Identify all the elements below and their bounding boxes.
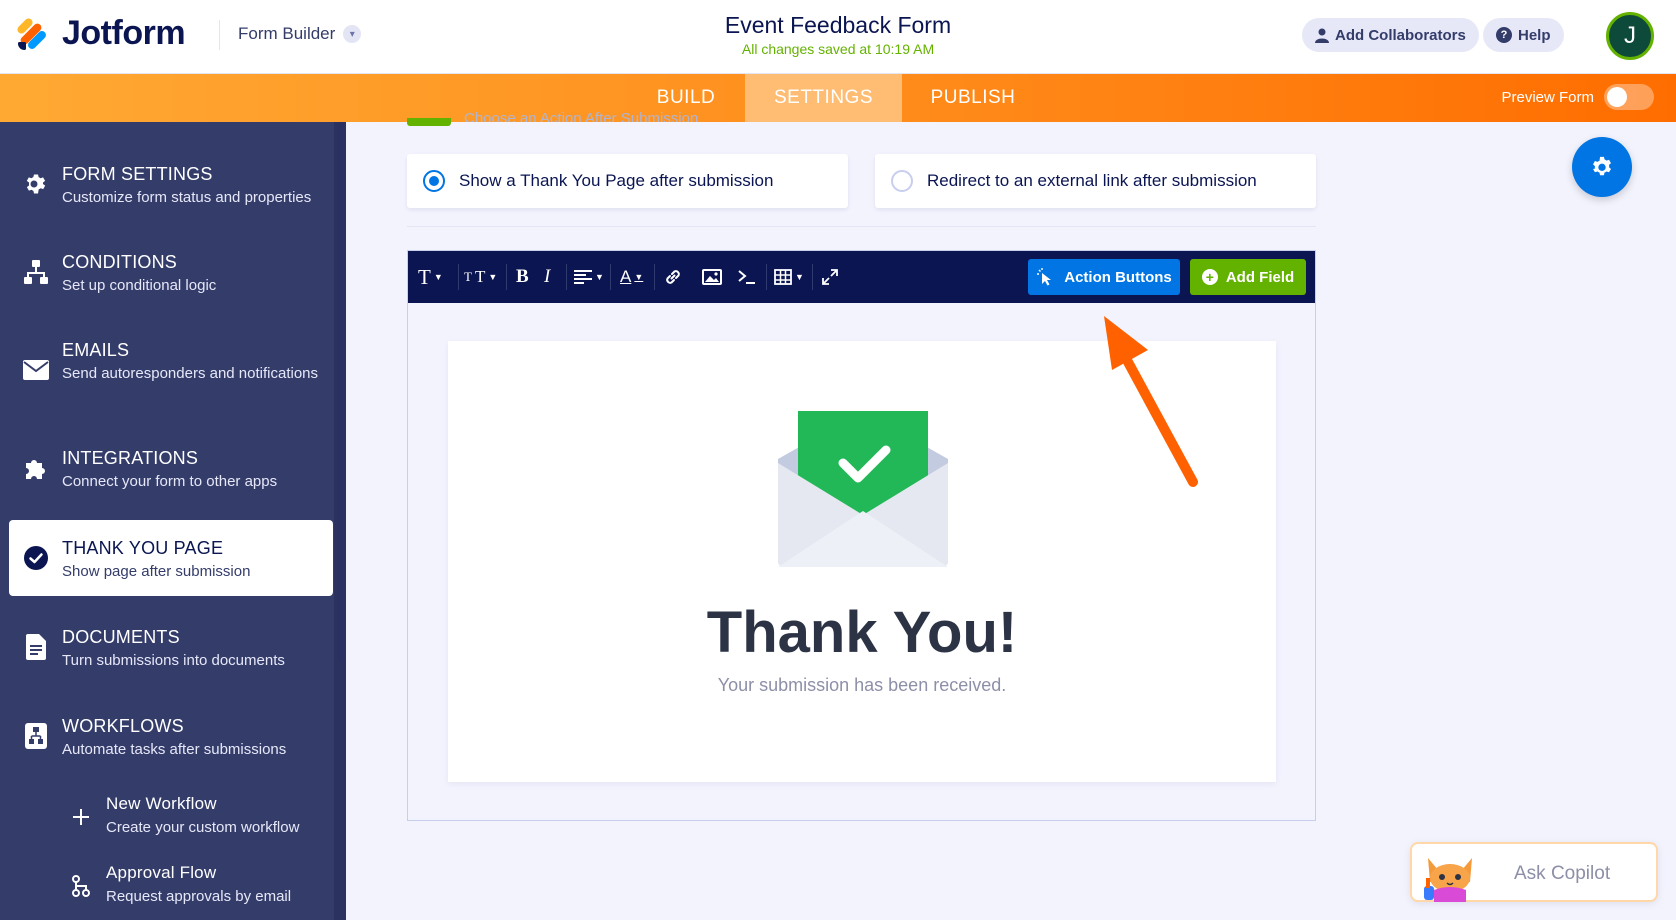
option-show-thank-you-page[interactable]: Show a Thank You Page after submission bbox=[407, 154, 848, 208]
image-icon[interactable] bbox=[702, 265, 722, 289]
sidebar-item-new-workflow[interactable]: New Workflow Create your custom workflow bbox=[60, 786, 330, 846]
tab-settings[interactable]: SETTINGS bbox=[745, 74, 902, 122]
toggle-switch[interactable] bbox=[1604, 84, 1654, 110]
sidebar-item-subtitle: Automate tasks after submissions bbox=[62, 741, 287, 758]
sidebar-item-subtitle: Turn submissions into documents bbox=[62, 652, 285, 669]
sidebar-item-title: INTEGRATIONS bbox=[62, 448, 199, 468]
toolbar-divider bbox=[458, 264, 459, 290]
radio-button-selected[interactable] bbox=[423, 170, 445, 192]
section-header-strip bbox=[407, 118, 451, 126]
sidebar-scrollbar-thumb[interactable] bbox=[337, 122, 343, 662]
sidebar-item-documents[interactable]: DOCUMENTS Turn submissions into document… bbox=[9, 609, 333, 685]
settings-sidebar: FORM SETTINGS Customize form status and … bbox=[0, 122, 346, 920]
approval-flow-icon bbox=[68, 873, 94, 899]
code-icon[interactable] bbox=[738, 265, 756, 289]
option-label: Redirect to an external link after submi… bbox=[927, 171, 1257, 190]
sidebar-item-title: DOCUMENTS bbox=[62, 627, 180, 647]
toolbar-divider bbox=[766, 264, 767, 290]
sidebar-item-subtitle: Connect your form to other apps bbox=[62, 473, 278, 490]
italic-icon[interactable]: I bbox=[544, 265, 550, 289]
avatar[interactable]: J bbox=[1606, 12, 1654, 60]
editor-toolbar: T ▼ T T ▼ B I ▼ A ▼ ▼ Action Buttons + A… bbox=[408, 251, 1315, 303]
sidebar-item-title: Approval Flow bbox=[106, 863, 217, 882]
envelope-check-icon bbox=[778, 411, 948, 567]
sidebar-item-title: EMAILS bbox=[62, 340, 130, 360]
action-buttons-button[interactable]: Action Buttons bbox=[1028, 259, 1180, 295]
ask-copilot-button[interactable]: Ask Copilot bbox=[1410, 842, 1658, 902]
sidebar-item-conditions[interactable]: CONDITIONS Set up conditional logic bbox=[9, 234, 333, 310]
sidebar-item-title: CONDITIONS bbox=[62, 252, 178, 272]
bold-icon[interactable]: B bbox=[516, 265, 529, 289]
conditions-icon bbox=[23, 259, 49, 285]
toolbar-divider bbox=[566, 264, 567, 290]
sidebar-item-title: THANK YOU PAGE bbox=[62, 538, 224, 558]
puzzle-icon bbox=[23, 455, 49, 481]
top-header: Jotform Form Builder ▾ Event Feedback Fo… bbox=[0, 0, 1676, 74]
sidebar-item-title: New Workflow bbox=[106, 794, 217, 813]
section-hint: Choose an Action After Submission bbox=[464, 110, 699, 122]
sidebar-item-integrations[interactable]: INTEGRATIONS Connect your form to other … bbox=[9, 430, 333, 506]
option-redirect-external-link[interactable]: Redirect to an external link after submi… bbox=[875, 154, 1316, 208]
sidebar-item-subtitle: Customize form status and properties bbox=[62, 189, 312, 206]
help-label: Help bbox=[1518, 26, 1551, 44]
table-icon[interactable]: ▼ bbox=[774, 265, 804, 289]
question-icon: ? bbox=[1496, 27, 1512, 43]
gear-icon bbox=[23, 171, 49, 197]
settings-fab-button[interactable] bbox=[1572, 137, 1632, 197]
sidebar-item-subtitle: Create your custom workflow bbox=[106, 819, 300, 836]
text-color-icon[interactable]: A ▼ bbox=[620, 265, 643, 289]
toolbar-divider bbox=[506, 264, 507, 290]
ask-copilot-label: Ask Copilot bbox=[1514, 863, 1611, 884]
sidebar-item-subtitle: Set up conditional logic bbox=[62, 277, 217, 294]
plus-circle-icon: + bbox=[1201, 269, 1218, 285]
align-icon[interactable]: ▼ bbox=[574, 265, 604, 289]
toolbar-divider bbox=[812, 264, 813, 290]
section-divider bbox=[407, 226, 1316, 227]
sidebar-item-approval-flow[interactable]: Approval Flow Request approvals by email bbox=[60, 855, 330, 915]
link-icon[interactable] bbox=[664, 265, 682, 289]
thank-you-heading[interactable]: Thank You! bbox=[448, 599, 1276, 666]
pointer-click-icon bbox=[1037, 268, 1052, 286]
sidebar-item-form-settings[interactable]: FORM SETTINGS Customize form status and … bbox=[9, 146, 333, 222]
add-field-button[interactable]: + Add Field bbox=[1190, 259, 1306, 295]
toolbar-divider bbox=[610, 264, 611, 290]
preview-form-label: Preview Form bbox=[1501, 88, 1594, 106]
add-collaborators-label: Add Collaborators bbox=[1335, 26, 1466, 44]
thank-you-message[interactable]: Your submission has been received. bbox=[448, 675, 1276, 696]
preview-form-toggle[interactable]: Preview Form bbox=[1501, 84, 1654, 110]
sidebar-item-title: WORKFLOWS bbox=[62, 716, 184, 736]
document-icon bbox=[23, 634, 49, 660]
help-button[interactable]: ? Help bbox=[1483, 18, 1564, 52]
plus-icon bbox=[68, 804, 94, 830]
tab-bar: BUILD SETTINGS PUBLISH Preview Form bbox=[0, 74, 1676, 122]
sidebar-item-subtitle: Request approvals by email bbox=[106, 888, 292, 905]
check-circle-icon bbox=[23, 545, 49, 571]
gear-icon bbox=[1593, 156, 1611, 176]
sidebar-item-thank-you-page[interactable]: THANK YOU PAGE Show page after submissio… bbox=[9, 520, 333, 596]
sidebar-item-emails[interactable]: EMAILS Send autoresponders and notificat… bbox=[9, 322, 333, 418]
sidebar-item-subtitle: Show page after submission bbox=[62, 563, 251, 580]
sidebar-item-workflows[interactable]: WORKFLOWS Automate tasks after submissio… bbox=[9, 698, 333, 774]
envelope-icon bbox=[23, 357, 49, 383]
toolbar-divider bbox=[654, 264, 655, 290]
add-collaborators-button[interactable]: Add Collaborators bbox=[1302, 18, 1479, 52]
option-label: Show a Thank You Page after submission bbox=[459, 171, 774, 190]
fullscreen-icon[interactable] bbox=[822, 265, 838, 289]
add-field-label: Add Field bbox=[1225, 268, 1295, 286]
action-buttons-label: Action Buttons bbox=[1064, 268, 1172, 286]
radio-button[interactable] bbox=[891, 170, 913, 192]
user-icon bbox=[1315, 28, 1329, 43]
copilot-cat-avatar bbox=[1424, 858, 1472, 902]
tab-publish[interactable]: PUBLISH bbox=[915, 74, 1031, 122]
sidebar-item-title: FORM SETTINGS bbox=[62, 164, 213, 184]
annotation-arrow bbox=[1104, 316, 1198, 487]
font-size-icon[interactable]: T T ▼ bbox=[464, 265, 497, 289]
sidebar-item-subtitle: Send autoresponders and notifications bbox=[62, 365, 319, 382]
font-family-icon[interactable]: T ▼ bbox=[418, 265, 443, 289]
workflow-icon bbox=[23, 723, 49, 749]
